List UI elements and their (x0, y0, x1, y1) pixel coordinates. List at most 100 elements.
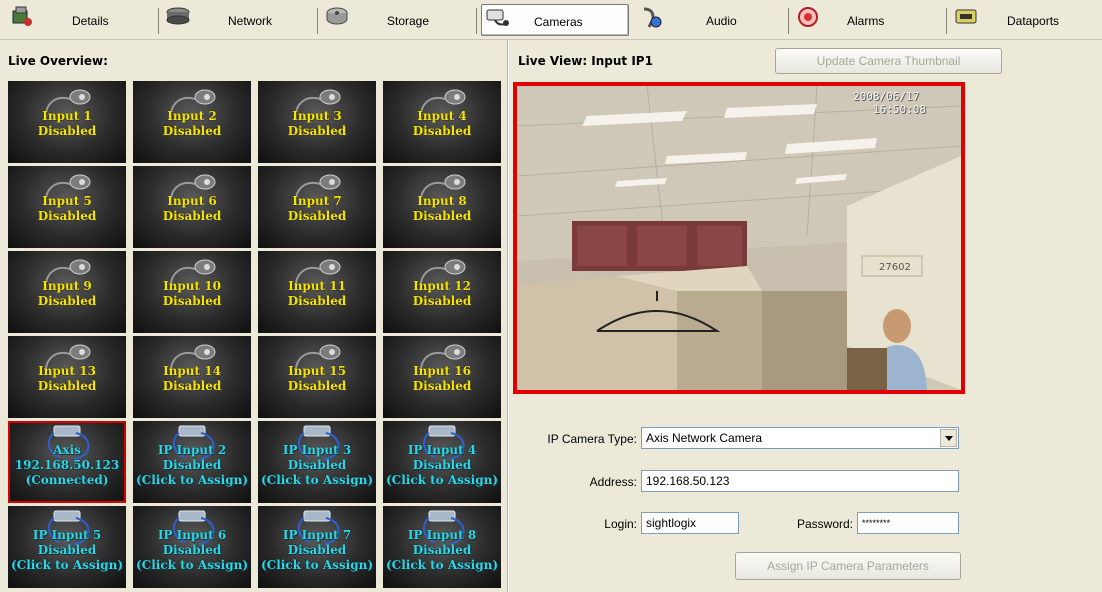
address-label: Address: (589, 475, 637, 489)
tile-text-line: Disabled (412, 379, 472, 393)
ip-camera-tile[interactable]: IP Input 7 Disabled (Click to Assign) (258, 506, 376, 588)
tab-separator (946, 8, 947, 34)
tab-dataports[interactable]: Dataports (950, 4, 1098, 36)
video-time-overlay: 16:50:08 (873, 103, 926, 116)
alarm-icon (798, 7, 818, 27)
tile-text-line: Disabled (412, 543, 472, 557)
camera-tile[interactable]: Input 11 Disabled (258, 251, 376, 333)
tile-text-line: Input 11 (288, 279, 346, 293)
tile-text: IP Input 3 Disabled (Click to Assign) (258, 443, 376, 488)
ip-camera-tile[interactable]: IP Input 3 Disabled (Click to Assign) (258, 421, 376, 503)
tab-storage-label: Storage (387, 14, 430, 28)
camera-tile[interactable]: Input 2 Disabled (133, 81, 251, 163)
tab-network[interactable]: Network (162, 4, 312, 36)
tile-text-line: Input 7 (292, 194, 342, 208)
tile-text: Input 13 Disabled (8, 364, 126, 394)
tab-alarms[interactable]: Alarms (793, 4, 943, 36)
address-field[interactable]: 192.168.50.123 (641, 470, 959, 492)
camera-tile[interactable]: Input 9 Disabled (8, 251, 126, 333)
main-tab-bar: Details Network Storage Cameras Audio Al… (0, 0, 1102, 40)
tile-text-line: IP Input 5 (32, 528, 102, 542)
tile-text-line: Input 3 (292, 109, 342, 123)
tile-text-line: Disabled (37, 379, 97, 393)
tile-text-line: Disabled (37, 294, 97, 308)
tile-text: Input 7 Disabled (258, 194, 376, 224)
login-label: Login: (604, 517, 637, 531)
camera-tile[interactable]: Input 14 Disabled (133, 336, 251, 418)
storage-icon (326, 7, 348, 25)
tile-text-line: 192.168.50.123 (14, 458, 120, 472)
tile-text-line: Input 10 (163, 279, 221, 293)
tile-text: Input 5 Disabled (8, 194, 126, 224)
camera-tile[interactable]: Input 6 Disabled (133, 166, 251, 248)
chevron-down-icon[interactable] (940, 429, 957, 447)
tile-text-line: IP Input 6 (157, 528, 227, 542)
tile-text-line: (Click to Assign) (385, 473, 499, 487)
camera-tile[interactable]: Input 15 Disabled (258, 336, 376, 418)
audio-icon (643, 7, 662, 28)
tile-text: Input 15 Disabled (258, 364, 376, 394)
video-date-overlay: 2008/06/17 (853, 90, 920, 103)
tile-text: Input 6 Disabled (133, 194, 251, 224)
camera-tile[interactable]: Input 1 Disabled (8, 81, 126, 163)
dataport-icon (955, 9, 977, 24)
ip-camera-tile[interactable]: IP Input 6 Disabled (Click to Assign) (133, 506, 251, 588)
tab-audio[interactable]: Audio (634, 4, 784, 36)
camera-tile[interactable]: Input 5 Disabled (8, 166, 126, 248)
tile-text: IP Input 8 Disabled (Click to Assign) (383, 528, 501, 573)
tile-text-line: Disabled (287, 543, 347, 557)
tile-text-line: Input 8 (417, 194, 467, 208)
details-icon (12, 6, 32, 26)
assign-ip-camera-parameters-button[interactable]: Assign IP Camera Parameters (735, 552, 961, 580)
tile-text-line: Disabled (162, 294, 222, 308)
tile-text-line: Disabled (162, 458, 222, 472)
camera-tile[interactable]: Input 13 Disabled (8, 336, 126, 418)
tile-text: Input 2 Disabled (133, 109, 251, 139)
camera-tile[interactable]: Input 10 Disabled (133, 251, 251, 333)
tile-text-line: (Click to Assign) (10, 558, 124, 572)
tile-text-line: Disabled (287, 124, 347, 138)
tile-text-line: (Click to Assign) (135, 473, 249, 487)
tile-text-line: Disabled (287, 458, 347, 472)
password-field[interactable]: ******** (857, 512, 959, 534)
ip-camera-tile[interactable]: IP Input 5 Disabled (Click to Assign) (8, 506, 126, 588)
camera-tile[interactable]: Input 12 Disabled (383, 251, 501, 333)
tile-text: Input 14 Disabled (133, 364, 251, 394)
camera-type-select[interactable]: Axis Network Camera (641, 427, 959, 449)
camera-tile[interactable]: Input 3 Disabled (258, 81, 376, 163)
tile-text-line: IP Input 2 (157, 443, 227, 457)
tile-text-line: IP Input 8 (407, 528, 477, 542)
ip-camera-tile[interactable]: IP Input 4 Disabled (Click to Assign) (383, 421, 501, 503)
tab-network-label: Network (228, 14, 273, 28)
tile-text-line: Disabled (412, 209, 472, 223)
tab-audio-label: Audio (706, 14, 737, 28)
tab-details[interactable]: Details (6, 4, 156, 36)
camera-tile[interactable]: Input 4 Disabled (383, 81, 501, 163)
tile-text-line: Disabled (412, 294, 472, 308)
tile-text-line: Input 5 (42, 194, 92, 208)
network-icon (166, 7, 190, 25)
ip-camera-tile[interactable]: IP Input 8 Disabled (Click to Assign) (383, 506, 501, 588)
camera-tile[interactable]: Input 7 Disabled (258, 166, 376, 248)
tile-text-line: Disabled (287, 379, 347, 393)
tile-text-line: Disabled (162, 543, 222, 557)
tile-text-line: Input 6 (167, 194, 217, 208)
tile-text-line: (Click to Assign) (260, 558, 374, 572)
tab-storage[interactable]: Storage (321, 4, 471, 36)
ip-camera-tile[interactable]: Axis 192.168.50.123 (Connected) (8, 421, 126, 503)
video-sign-text: 27602 (879, 262, 911, 273)
camera-tile[interactable]: Input 8 Disabled (383, 166, 501, 248)
tile-text: IP Input 7 Disabled (Click to Assign) (258, 528, 376, 573)
tile-text: Axis 192.168.50.123 (Connected) (8, 443, 126, 488)
tile-text-line: Disabled (412, 458, 472, 472)
live-view-title: Live View: Input IP1 (518, 54, 653, 68)
login-field[interactable]: sightlogix (641, 512, 739, 534)
tab-separator (317, 8, 318, 34)
ip-camera-tile[interactable]: IP Input 2 Disabled (Click to Assign) (133, 421, 251, 503)
tile-text: Input 4 Disabled (383, 109, 501, 139)
tab-cameras[interactable]: Cameras (481, 4, 629, 36)
camera-tile[interactable]: Input 16 Disabled (383, 336, 501, 418)
update-camera-thumbnail-button[interactable]: Update Camera Thumbnail (775, 48, 1002, 74)
tab-cameras-label: Cameras (534, 15, 583, 29)
tab-separator (158, 8, 159, 34)
